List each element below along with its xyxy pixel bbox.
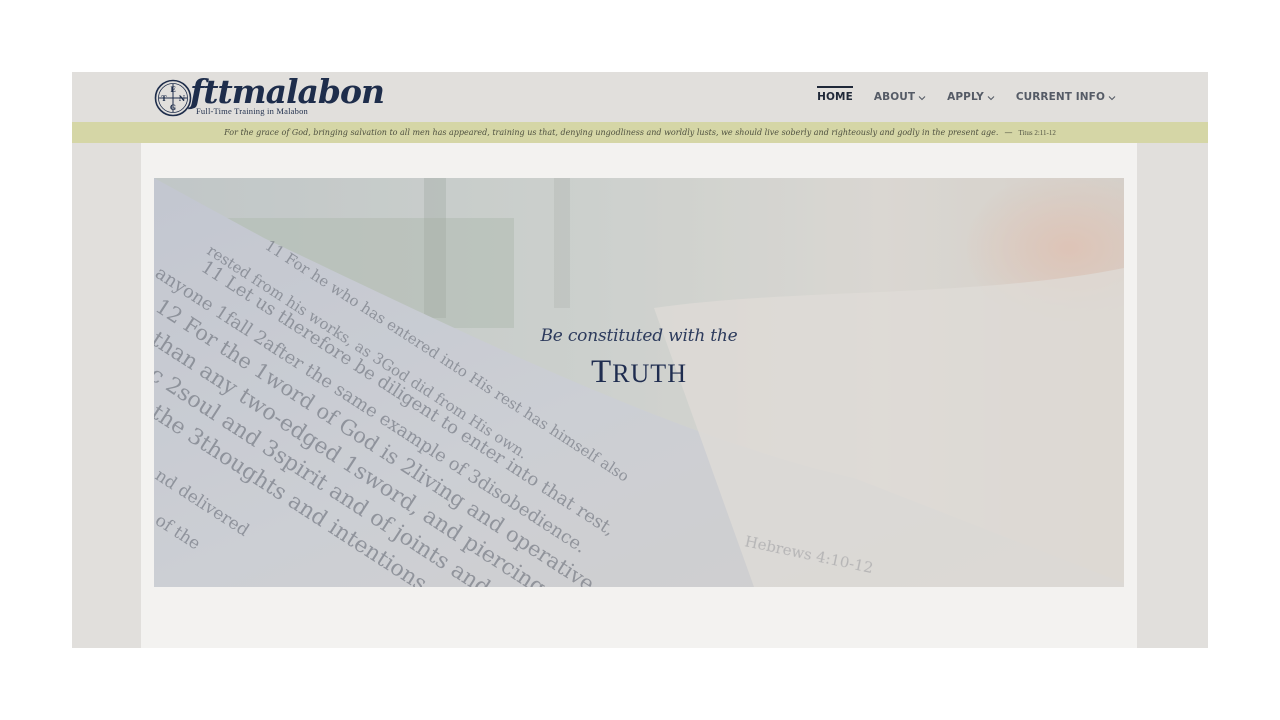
nav-item-home[interactable]: HOME: [817, 86, 853, 108]
nav-item-about[interactable]: ABOUT: [874, 86, 926, 108]
main-nav: HOME ABOUT APPLY CURRENT INFO: [817, 86, 1116, 108]
svg-text:E: E: [170, 85, 175, 94]
site-frame: E N T G fttmalabon Full-Time Training in…: [72, 72, 1208, 648]
verse-dash: —: [1004, 128, 1013, 137]
verse-reference: Titus 2:11-12: [1018, 128, 1056, 137]
verse-text: For the grace of God, bringing salvation…: [224, 128, 999, 137]
svg-text:T: T: [161, 94, 167, 103]
nav-item-label: CURRENT INFO: [1015, 91, 1105, 103]
verse-banner: For the grace of God, bringing salvation…: [72, 122, 1208, 143]
nav-item-label: ABOUT: [873, 91, 916, 103]
chevron-down-icon: [918, 96, 926, 101]
hero-title: TRUTH: [154, 354, 1124, 391]
main-content: 11 For he who has entered into His rest …: [141, 143, 1137, 648]
nav-item-label: HOME: [817, 91, 853, 103]
hero-subtitle: Be constituted with the: [540, 326, 738, 346]
nav-item-apply[interactable]: APPLY: [947, 86, 995, 108]
ftt-emblem-icon: E N T G: [154, 79, 192, 117]
chevron-down-icon: [1108, 96, 1116, 101]
nav-item-current-info[interactable]: CURRENT INFO: [1016, 86, 1116, 108]
site-header: E N T G fttmalabon Full-Time Training in…: [72, 72, 1208, 122]
chevron-down-icon: [987, 96, 995, 101]
svg-text:N: N: [179, 94, 186, 103]
hero-banner: 11 For he who has entered into His rest …: [154, 178, 1124, 587]
site-logo[interactable]: E N T G fttmalabon Full-Time Training in…: [154, 72, 385, 118]
hero-title-text: TRUTH: [591, 354, 687, 390]
nav-item-label: APPLY: [947, 91, 984, 103]
svg-text:G: G: [170, 103, 176, 112]
logo-tagline: Full-Time Training in Malabon: [196, 106, 308, 116]
